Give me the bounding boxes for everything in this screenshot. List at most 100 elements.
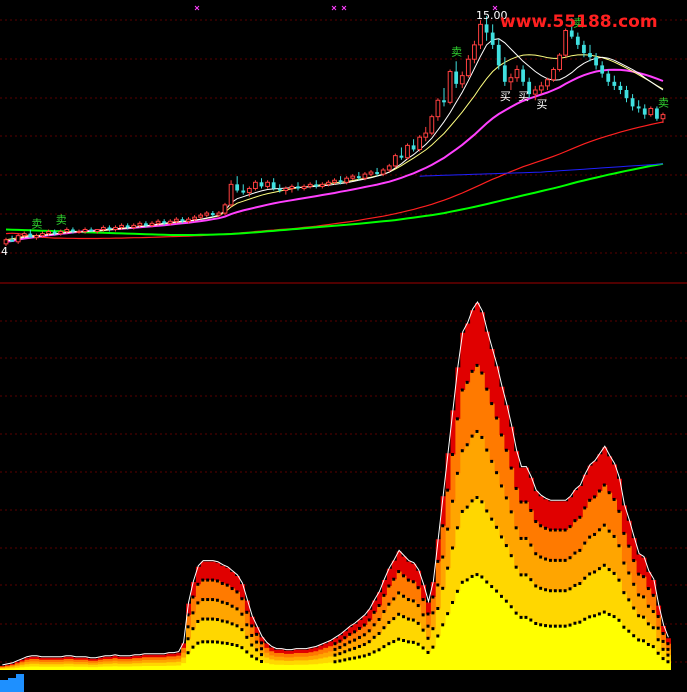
flame-band-tick xyxy=(661,639,665,643)
candle-body xyxy=(137,222,143,226)
flame-band-tick xyxy=(514,486,518,490)
flame-band-tick xyxy=(402,638,405,642)
candle-body xyxy=(71,229,75,232)
flame-band-tick xyxy=(392,597,396,601)
flame-band-tick xyxy=(578,515,582,519)
flame-band-tick xyxy=(470,574,474,578)
candle-body xyxy=(612,81,617,86)
flame-band-tick xyxy=(431,645,435,649)
flame-band-tick xyxy=(387,584,391,588)
flame-band-tick xyxy=(211,617,215,621)
flame-band-tick xyxy=(348,648,352,652)
flame-band-tick xyxy=(426,636,430,640)
flame-band-tick xyxy=(534,520,538,524)
flame-band-tick xyxy=(201,617,205,621)
flame-band-tick xyxy=(617,544,621,548)
flame-band-tick xyxy=(656,615,660,619)
flame-band-tick xyxy=(343,658,347,662)
low-blue-bar xyxy=(0,680,4,692)
flame-band-tick xyxy=(529,508,533,512)
candle-body xyxy=(588,53,592,58)
flame-band-tick xyxy=(245,623,249,627)
flame-band-tick xyxy=(622,591,626,595)
flame-band-tick xyxy=(588,498,592,502)
flame-band-tick xyxy=(646,587,650,591)
flame-band-tick xyxy=(240,628,244,632)
candle-body xyxy=(289,185,295,189)
candle-body xyxy=(155,220,161,224)
flame-band-tick xyxy=(191,627,195,631)
candle-body xyxy=(296,186,300,189)
flame-band-tick xyxy=(353,646,357,650)
candle-body xyxy=(100,226,106,230)
flame-band-tick xyxy=(357,644,361,648)
flame-band-tick xyxy=(436,607,440,611)
flame-band-tick xyxy=(186,625,190,629)
candle-body xyxy=(405,144,410,159)
flame-band-tick xyxy=(260,659,263,663)
flame-band-tick xyxy=(500,433,503,437)
flame-band-tick xyxy=(353,630,357,634)
flame-band-tick xyxy=(460,388,464,392)
flame-band-tick xyxy=(661,632,665,636)
flame-band-tick xyxy=(573,621,577,625)
flame-band-tick xyxy=(421,613,425,617)
flame-band-tick xyxy=(632,606,636,610)
candle-body xyxy=(180,219,185,222)
candle-body xyxy=(94,228,100,233)
flame-band-tick xyxy=(544,624,548,628)
candle-body xyxy=(82,228,88,233)
flame-band-tick xyxy=(436,559,440,563)
flame-band-tick xyxy=(578,548,582,552)
flame-band-tick xyxy=(480,575,484,579)
flame-band-tick xyxy=(206,598,210,602)
candle-body xyxy=(46,231,51,235)
flame-band-tick xyxy=(597,567,601,571)
buy-marker: 买 xyxy=(518,90,529,103)
flame-band-tick xyxy=(637,614,641,618)
flame-band-tick xyxy=(548,624,552,628)
flame-band-tick xyxy=(230,587,234,591)
sell-marker: 卖 xyxy=(451,45,462,58)
flame-band-tick xyxy=(451,452,454,456)
flame-band-tick xyxy=(568,623,572,627)
flame-band-tick xyxy=(558,528,562,532)
flame-band-tick xyxy=(519,536,523,540)
flame-band-tick xyxy=(578,582,582,586)
flame-band-tick xyxy=(211,578,215,582)
candle-body xyxy=(429,116,435,134)
flame-band-tick xyxy=(524,500,528,504)
flame-band-tick xyxy=(602,523,606,527)
flame-band-tick xyxy=(495,416,499,420)
flame-band-tick xyxy=(230,604,234,608)
flame-band-tick xyxy=(480,435,484,439)
flame-band-tick xyxy=(431,595,435,599)
flame-band-tick xyxy=(656,638,660,642)
flame-band-tick xyxy=(411,599,415,603)
flame-band-tick xyxy=(377,648,381,652)
flame-band-tick xyxy=(475,429,479,433)
flame-band-tick xyxy=(357,635,361,639)
flame-band-tick xyxy=(431,627,435,631)
flame-band-tick xyxy=(548,589,552,593)
flame-band-tick xyxy=(402,594,405,598)
flame-band-tick xyxy=(215,598,219,602)
candle-body xyxy=(557,54,562,70)
flame-band-tick xyxy=(357,655,361,659)
flame-band-tick xyxy=(416,621,420,625)
flame-band-tick xyxy=(372,635,376,639)
flame-band-tick xyxy=(436,583,440,587)
flame-band-tick xyxy=(411,640,415,644)
flame-band-tick xyxy=(333,642,337,646)
candle-body xyxy=(265,181,270,187)
flame-band-tick xyxy=(558,624,562,628)
flame-band-tick xyxy=(519,500,523,504)
candle-body xyxy=(368,171,374,175)
flame-band-tick xyxy=(397,570,401,574)
flame-band-tick xyxy=(196,619,200,623)
candle-body xyxy=(222,204,228,214)
flame-band-tick xyxy=(490,459,494,463)
candle-body xyxy=(15,235,21,243)
flame-band-tick xyxy=(475,363,479,367)
flame-band-tick xyxy=(220,581,224,585)
